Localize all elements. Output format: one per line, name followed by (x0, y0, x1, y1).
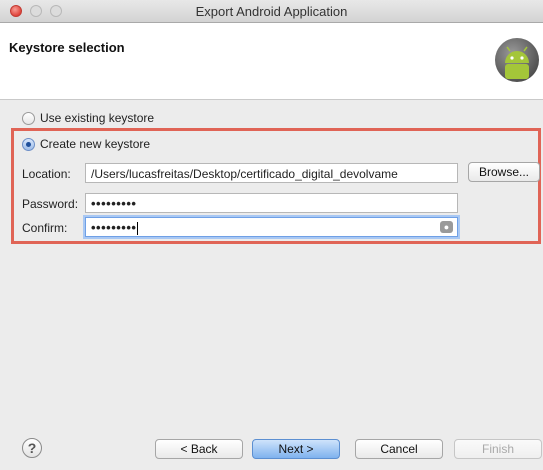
create-new-keystore-option[interactable]: Create new keystore (22, 137, 150, 151)
wizard-header: Keystore selection (0, 23, 543, 100)
android-logo-icon (495, 38, 539, 82)
use-existing-label: Use existing keystore (40, 111, 155, 125)
cancel-button[interactable]: Cancel (355, 439, 443, 459)
text-caret (137, 222, 139, 236)
confirm-field[interactable]: ••••••••• ● (85, 217, 458, 237)
finish-button: Finish (454, 439, 542, 459)
browse-button[interactable]: Browse... (468, 162, 540, 182)
export-dialog: Export Android Application Keystore sele… (0, 0, 543, 470)
use-existing-keystore-option[interactable]: Use existing keystore (22, 111, 154, 125)
confirm-mask: ••••••••• (91, 220, 137, 235)
location-label: Location: (22, 167, 71, 181)
title-bar: Export Android Application (0, 0, 543, 23)
password-label: Password: (22, 197, 79, 211)
password-field[interactable]: ••••••••• (85, 193, 458, 213)
password-mask: ••••••••• (91, 196, 137, 211)
next-button[interactable]: Next > (252, 439, 340, 459)
location-field[interactable]: /Users/lucasfreitas/Desktop/certificado_… (85, 163, 458, 183)
help-icon[interactable]: ? (22, 438, 42, 458)
window-title: Export Android Application (195, 4, 348, 19)
back-button[interactable]: < Back (155, 439, 243, 459)
confirm-label: Confirm: (22, 221, 68, 235)
page-title: Keystore selection (9, 40, 125, 55)
create-new-label: Create new keystore (40, 137, 151, 151)
keychain-icon[interactable]: ● (440, 221, 453, 233)
use-existing-radio[interactable] (22, 111, 35, 125)
create-new-radio[interactable] (22, 137, 35, 151)
